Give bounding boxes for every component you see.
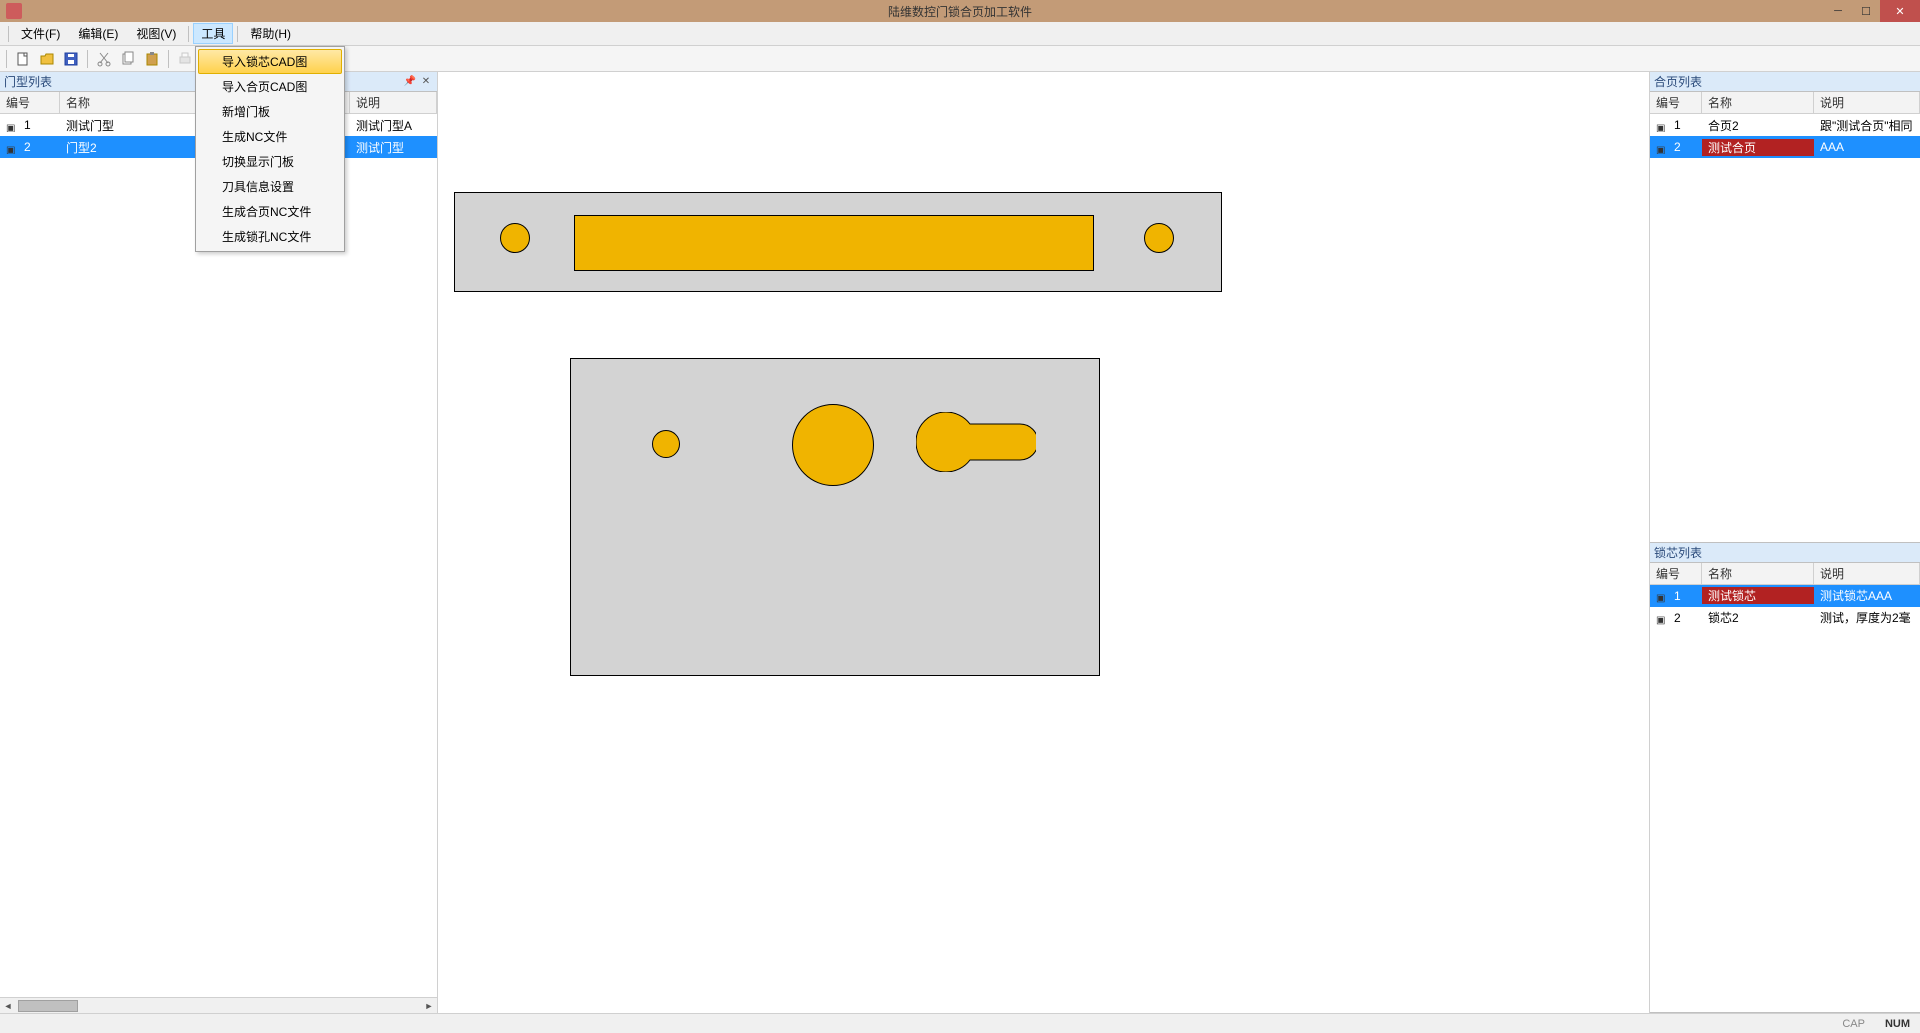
- col-id[interactable]: 编号: [1650, 563, 1702, 584]
- open-file-icon[interactable]: [37, 49, 57, 69]
- panel-title: 门型列表: [4, 73, 52, 90]
- row-icon: [6, 120, 20, 132]
- right-side-panels: 合页列表 编号 名称 说明 1合页2跟"测试合页"相同2测试合页AAA 锁芯列表…: [1650, 72, 1920, 1013]
- toolbar-separator: [87, 50, 88, 68]
- app-icon: [6, 3, 22, 19]
- top-plate-hole-left: [500, 223, 530, 253]
- top-plate-slot: [574, 215, 1094, 271]
- maximize-button[interactable]: ☐: [1852, 0, 1880, 22]
- table-row[interactable]: 1合页2跟"测试合页"相同: [1650, 114, 1920, 136]
- menu-tool-info-settings[interactable]: 刀具信息设置: [198, 174, 342, 199]
- pin-icon[interactable]: 📌: [403, 75, 417, 89]
- minimize-button[interactable]: ─: [1824, 0, 1852, 22]
- lower-plate-large-hole: [792, 404, 874, 486]
- panel-title: 合页列表: [1654, 73, 1702, 90]
- paste-icon[interactable]: [142, 49, 162, 69]
- cut-icon[interactable]: [94, 49, 114, 69]
- lock-list-panel: 锁芯列表 编号 名称 说明 1测试锁芯测试锁芯AAA2锁芯2测试，厚度为2毫: [1650, 543, 1920, 1014]
- row-icon: [1656, 612, 1670, 624]
- grid-header: 编号 名称 说明: [1650, 563, 1920, 585]
- hinge-grid[interactable]: 编号 名称 说明 1合页2跟"测试合页"相同2测试合页AAA: [1650, 92, 1920, 542]
- title-bar: 陆维数控门锁合页加工软件 ─ ☐ ✕: [0, 0, 1920, 22]
- toolbar-separator: [168, 50, 169, 68]
- grid-body: 1合页2跟"测试合页"相同2测试合页AAA: [1650, 114, 1920, 526]
- menu-file[interactable]: 文件(F): [13, 23, 68, 44]
- row-icon: [1656, 590, 1670, 602]
- hinge-list-header: 合页列表: [1650, 72, 1920, 92]
- panel-close-icon[interactable]: ✕: [419, 75, 433, 89]
- grid-body: 1测试锁芯测试锁芯AAA2锁芯2测试，厚度为2毫: [1650, 585, 1920, 997]
- top-plate-hole-right: [1144, 223, 1174, 253]
- scroll-left-icon[interactable]: ◄: [0, 999, 16, 1013]
- col-id[interactable]: 编号: [0, 92, 60, 113]
- table-row[interactable]: 1测试锁芯测试锁芯AAA: [1650, 585, 1920, 607]
- horizontal-scrollbar[interactable]: ◄ ►: [0, 997, 437, 1013]
- col-desc[interactable]: 说明: [1814, 563, 1920, 584]
- row-icon: [6, 142, 20, 154]
- scroll-right-icon[interactable]: ►: [421, 999, 437, 1013]
- menu-gen-lockhole-nc[interactable]: 生成锁孔NC文件: [198, 224, 342, 249]
- menu-separator: [188, 26, 189, 42]
- print-icon[interactable]: [175, 49, 195, 69]
- menu-import-hinge-cad[interactable]: 导入合页CAD图: [198, 74, 342, 99]
- grid-header: 编号 名称 说明: [1650, 92, 1920, 114]
- window-controls: ─ ☐ ✕: [1824, 0, 1920, 22]
- menu-view[interactable]: 视图(V): [128, 23, 184, 44]
- save-file-icon[interactable]: [61, 49, 81, 69]
- col-id[interactable]: 编号: [1650, 92, 1702, 113]
- menu-new-door-panel[interactable]: 新增门板: [198, 99, 342, 124]
- menu-separator: [8, 26, 9, 42]
- menu-switch-display-door[interactable]: 切换显示门板: [198, 149, 342, 174]
- table-row[interactable]: 2锁芯2测试，厚度为2毫: [1650, 607, 1920, 629]
- menu-bar: 文件(F) 编辑(E) 视图(V) 工具 帮助(H): [0, 22, 1920, 46]
- scroll-thumb[interactable]: [18, 1000, 78, 1012]
- menu-gen-hinge-nc[interactable]: 生成合页NC文件: [198, 199, 342, 224]
- app-title: 陆维数控门锁合页加工软件: [888, 3, 1032, 20]
- lock-list-header: 锁芯列表: [1650, 543, 1920, 563]
- menu-edit[interactable]: 编辑(E): [70, 23, 126, 44]
- tools-dropdown-menu: 导入锁芯CAD图 导入合页CAD图 新增门板 生成NC文件 切换显示门板 刀具信…: [195, 46, 345, 252]
- col-desc[interactable]: 说明: [350, 92, 437, 113]
- new-file-icon[interactable]: [13, 49, 33, 69]
- lower-plate-small-hole: [652, 430, 680, 458]
- status-bar: CAP NUM: [0, 1013, 1920, 1033]
- lower-plate-keyhole: [916, 412, 1036, 472]
- menu-gen-nc-file[interactable]: 生成NC文件: [198, 124, 342, 149]
- col-desc[interactable]: 说明: [1814, 92, 1920, 113]
- menu-tools[interactable]: 工具: [193, 23, 233, 44]
- menu-help[interactable]: 帮助(H): [242, 23, 299, 44]
- copy-icon[interactable]: [118, 49, 138, 69]
- toolbar-separator: [6, 50, 7, 68]
- status-num: NUM: [1885, 1018, 1910, 1030]
- status-cap: CAP: [1842, 1018, 1865, 1030]
- col-name[interactable]: 名称: [1702, 92, 1814, 113]
- row-icon: [1656, 120, 1670, 132]
- drawing-canvas[interactable]: [438, 72, 1650, 1013]
- panel-title: 锁芯列表: [1654, 544, 1702, 561]
- menu-import-lock-cad[interactable]: 导入锁芯CAD图: [198, 49, 342, 74]
- menu-separator: [237, 26, 238, 42]
- close-button[interactable]: ✕: [1880, 0, 1920, 22]
- table-row[interactable]: 2测试合页AAA: [1650, 136, 1920, 158]
- row-icon: [1656, 142, 1670, 154]
- hinge-list-panel: 合页列表 编号 名称 说明 1合页2跟"测试合页"相同2测试合页AAA: [1650, 72, 1920, 543]
- lock-grid[interactable]: 编号 名称 说明 1测试锁芯测试锁芯AAA2锁芯2测试，厚度为2毫: [1650, 563, 1920, 1013]
- col-name[interactable]: 名称: [1702, 563, 1814, 584]
